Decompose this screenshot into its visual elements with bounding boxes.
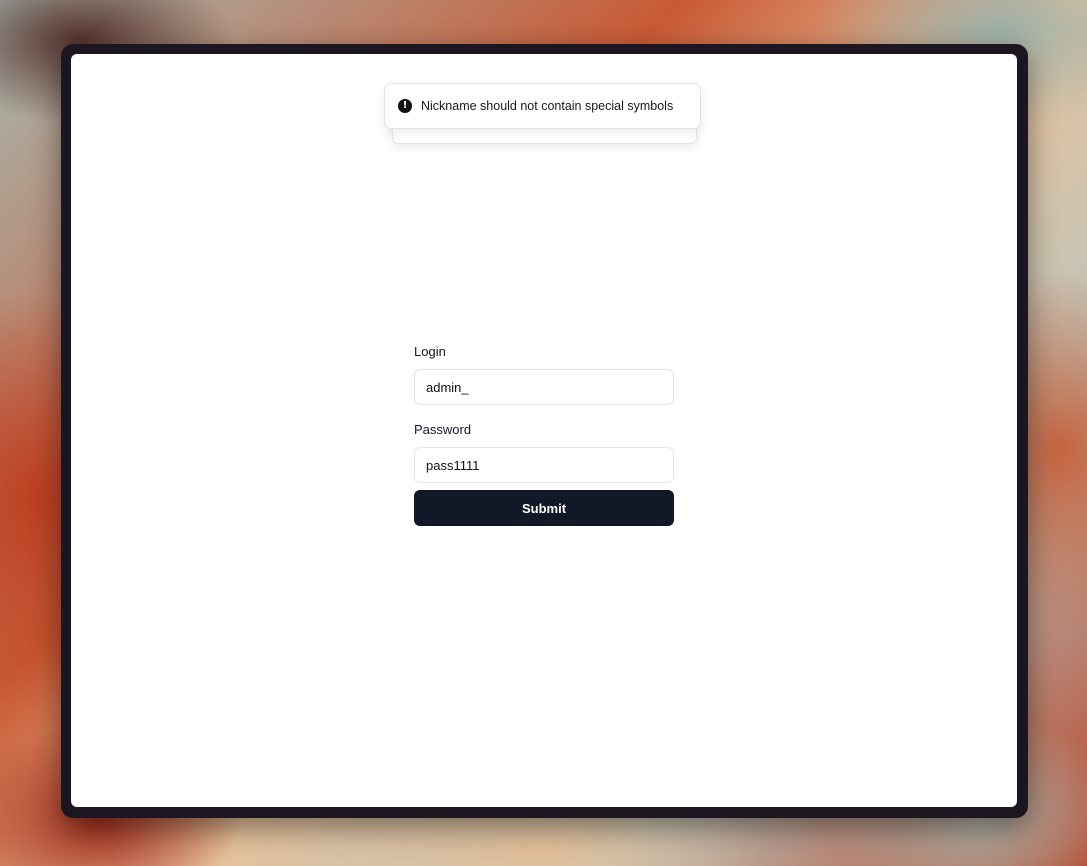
- app-window-content: ! Nickname should not contain special sy…: [71, 54, 1017, 807]
- desktop-background: { "toast": { "icon": "exclamation-circle…: [0, 0, 1087, 866]
- submit-button[interactable]: Submit: [414, 490, 674, 526]
- error-toast: ! Nickname should not contain special sy…: [384, 83, 701, 129]
- password-input[interactable]: [414, 447, 674, 483]
- login-label: Login: [414, 344, 446, 359]
- password-label: Password: [414, 422, 472, 437]
- login-form: Login Password Submit: [414, 342, 674, 526]
- toast-message: Nickname should not contain special symb…: [421, 99, 674, 113]
- login-input[interactable]: [414, 369, 674, 405]
- exclamation-circle-icon: !: [398, 99, 412, 113]
